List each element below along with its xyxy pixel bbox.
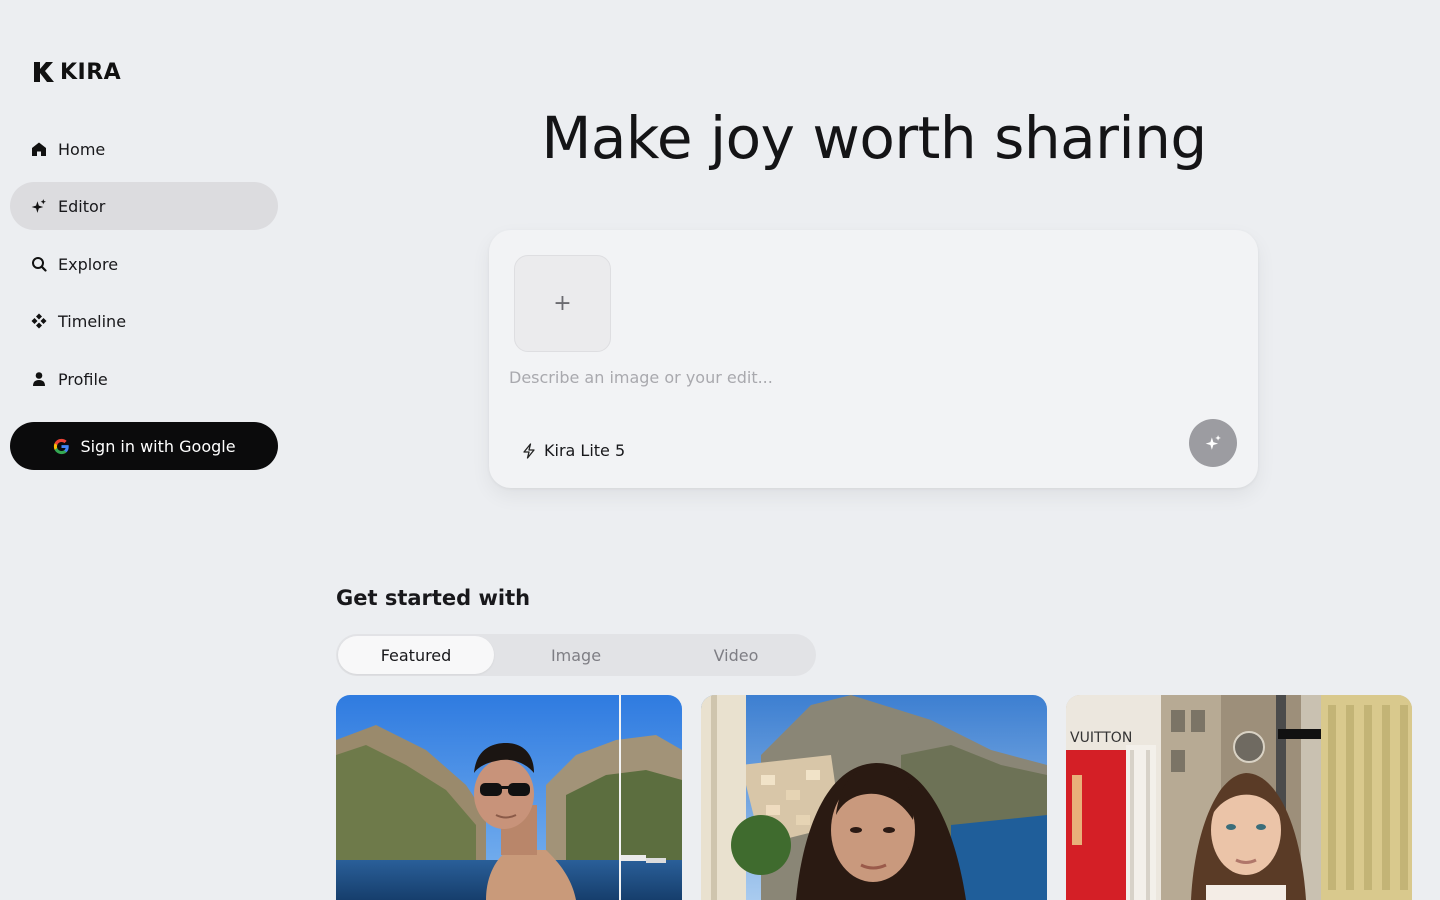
sparkle-icon [1205,435,1221,450]
diamond-cluster-icon [30,313,47,330]
page-title: Make joy worth sharing [541,104,1207,172]
tab-video[interactable]: Video [658,636,814,674]
card-image [701,695,1047,900]
search-icon [30,256,47,273]
sidebar: KIRA Home Editor Explore Timeline Profil… [0,0,290,900]
sign-in-with-google-button[interactable]: Sign in with Google [10,422,278,470]
person-icon [30,371,47,388]
sidebar-item-label: Explore [58,254,119,274]
google-icon [54,438,70,454]
sidebar-item-profile[interactable]: Profile [10,355,278,403]
gallery-card-coast-man[interactable] [336,695,682,900]
kira-logo-icon [34,62,54,82]
brand-name: KIRA [60,59,122,85]
vuitton-sign-text: VUITTON [1070,730,1132,746]
lightning-icon [523,442,535,459]
tab-image[interactable]: Image [498,636,654,674]
sidebar-item-label: Home [58,139,106,159]
sign-in-label: Sign in with Google [80,436,236,456]
sidebar-item-home[interactable]: Home [10,125,278,173]
card-image: VUITTON [1066,695,1412,900]
home-icon [30,141,47,158]
sidebar-item-label: Timeline [58,311,127,331]
gallery-tabs: Featured Image Video [336,634,816,676]
sparkle-icon [30,198,47,215]
section-title: Get started with [336,586,531,610]
prompt-composer: + Kira Lite 5 [489,230,1258,488]
sidebar-item-label: Editor [58,196,106,216]
prompt-input[interactable] [509,364,1229,390]
sidebar-item-explore[interactable]: Explore [10,240,278,288]
gallery-card-city-woman[interactable]: VUITTON [1066,695,1412,900]
gallery-card-cliffside-woman[interactable] [701,695,1047,900]
brand-logo[interactable]: KIRA [32,58,121,86]
sidebar-item-editor[interactable]: Editor [10,182,278,230]
generate-button[interactable] [1189,419,1237,467]
sidebar-item-timeline[interactable]: Timeline [10,297,278,345]
sidebar-item-label: Profile [58,369,108,389]
add-image-button[interactable]: + [514,255,611,352]
model-selector[interactable]: Kira Lite 5 [521,441,625,460]
card-image [336,695,682,900]
tab-featured[interactable]: Featured [338,636,494,674]
model-label: Kira Lite 5 [544,441,626,460]
plus-icon: + [553,291,572,316]
